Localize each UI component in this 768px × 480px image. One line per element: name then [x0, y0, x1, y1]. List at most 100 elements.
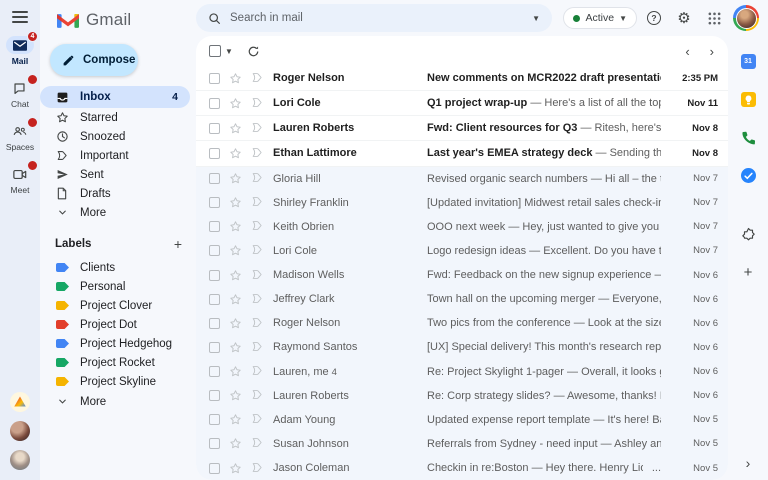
row-checkbox[interactable] [209, 341, 220, 353]
star-icon[interactable] [229, 317, 242, 330]
row-checkbox[interactable] [209, 462, 220, 474]
row-checkbox[interactable] [209, 245, 220, 257]
email-row[interactable]: Gloria Hill Revised organic search numbe… [196, 166, 728, 191]
sidebar-label-project-clover[interactable]: Project Clover [40, 296, 196, 315]
star-icon[interactable] [229, 196, 242, 209]
row-checkbox[interactable] [209, 72, 220, 84]
sidebar-label-clients[interactable]: Clients [40, 258, 196, 277]
help-button[interactable]: ? [641, 5, 667, 31]
search-options-chevron-icon[interactable]: ▼ [532, 14, 540, 23]
star-icon[interactable] [229, 462, 242, 475]
importance-marker-icon[interactable] [251, 293, 264, 306]
chat-contact-avatar[interactable] [10, 450, 30, 470]
status-selector[interactable]: Active ▼ [563, 7, 637, 29]
importance-marker-icon[interactable] [251, 269, 264, 282]
email-row[interactable]: Raymond Santos [UX] Special delivery! Th… [196, 335, 728, 360]
search-input[interactable] [230, 12, 524, 24]
row-checkbox[interactable] [209, 366, 220, 378]
add-panel-button[interactable]: + [740, 264, 757, 281]
row-checkbox[interactable] [209, 269, 220, 281]
importance-marker-icon[interactable] [251, 462, 264, 475]
sidebar-item-snoozed[interactable]: Snoozed [40, 127, 196, 146]
row-checkbox[interactable] [209, 414, 220, 426]
sidebar-item-important[interactable]: Important [40, 146, 196, 165]
email-row[interactable]: Jeffrey Clark Town hall on the upcoming … [196, 287, 728, 312]
email-row[interactable]: Adam Young Updated expense report templa… [196, 407, 728, 432]
star-icon[interactable] [229, 122, 242, 135]
select-all-checkbox[interactable] [209, 45, 221, 57]
email-row[interactable]: Ethan Lattimore Last year's EMEA strateg… [196, 141, 728, 167]
sidebar-label-project-dot[interactable]: Project Dot [40, 315, 196, 334]
row-checkbox[interactable] [209, 293, 220, 305]
star-icon[interactable] [229, 413, 242, 426]
compose-button[interactable]: Compose [50, 44, 138, 76]
select-options-chevron-icon[interactable]: ▼ [225, 47, 233, 56]
rail-item-chat[interactable]: Chat [6, 74, 38, 109]
email-row[interactable]: Lori Cole Logo redesign ideas — Excellen… [196, 238, 728, 263]
apps-grid-button[interactable] [701, 5, 727, 31]
sidebar-item-labels-more[interactable]: More [40, 392, 196, 411]
email-row[interactable]: Susan Johnson Referrals from Sydney - ne… [196, 431, 728, 456]
email-row[interactable]: Jason Coleman Checkin in re:Boston — Hey… [196, 456, 728, 480]
row-checkbox[interactable] [209, 147, 220, 159]
row-checkbox[interactable] [209, 390, 220, 402]
sidebar-label-project-hedgehog[interactable]: Project Hedgehog [40, 334, 196, 353]
sidebar-label-project-skyline[interactable]: Project Skyline [40, 372, 196, 391]
row-checkbox[interactable] [209, 438, 220, 450]
sidebar-item-inbox[interactable]: Inbox 4 [40, 86, 190, 108]
email-row[interactable]: Lauren, me 4 Re: Project Skylight 1-pager… [196, 359, 728, 384]
sidebar-item-more[interactable]: More [40, 203, 196, 222]
sidebar-item-sent[interactable]: Sent [40, 165, 196, 184]
email-row[interactable]: Lauren Roberts Fwd: Client resources for… [196, 116, 728, 142]
rail-item-meet[interactable]: Meet [6, 160, 38, 195]
email-row[interactable]: Keith Obrien OOO next week — Hey, just w… [196, 214, 728, 239]
star-icon[interactable] [229, 72, 242, 85]
star-icon[interactable] [229, 365, 242, 378]
settings-button[interactable]: ⚙ [671, 5, 697, 31]
row-checkbox[interactable] [209, 317, 220, 329]
importance-marker-icon[interactable] [251, 389, 264, 402]
importance-marker-icon[interactable] [251, 147, 264, 160]
rail-item-mail[interactable]: 4 Mail [5, 31, 38, 66]
importance-marker-icon[interactable] [251, 341, 264, 354]
star-icon[interactable] [229, 172, 242, 185]
older-page-button[interactable]: › [710, 44, 714, 59]
importance-marker-icon[interactable] [251, 72, 264, 85]
star-icon[interactable] [229, 437, 242, 450]
row-checkbox[interactable] [209, 173, 220, 185]
profile-avatar[interactable] [733, 5, 759, 31]
sidebar-item-starred[interactable]: Starred [40, 108, 196, 127]
row-checkbox[interactable] [209, 197, 220, 209]
sidebar-label-personal[interactable]: Personal [40, 277, 196, 296]
email-row[interactable]: Roger Nelson Two pics from the conferenc… [196, 311, 728, 336]
keep-panel-button[interactable] [740, 91, 757, 108]
workspace-app-icon[interactable] [10, 392, 30, 412]
email-row[interactable]: Shirley Franklin [Updated invitation] Mi… [196, 190, 728, 215]
email-row[interactable]: Madison Wells Fwd: Feedback on the new s… [196, 263, 728, 288]
email-row[interactable]: Roger Nelson New comments on MCR2022 dra… [196, 66, 728, 92]
star-icon[interactable] [229, 244, 242, 257]
refresh-button[interactable] [247, 45, 260, 58]
sidebar-label-project-rocket[interactable]: Project Rocket [40, 353, 196, 372]
importance-marker-icon[interactable] [251, 196, 264, 209]
star-icon[interactable] [229, 389, 242, 402]
voice-panel-button[interactable] [740, 129, 757, 146]
row-checkbox[interactable] [209, 122, 220, 134]
importance-marker-icon[interactable] [251, 122, 264, 135]
star-icon[interactable] [229, 97, 242, 110]
email-row[interactable]: Lauren Roberts Re: Corp strategy slides?… [196, 383, 728, 408]
row-checkbox[interactable] [209, 97, 220, 109]
importance-marker-icon[interactable] [251, 317, 264, 330]
chat-contact-avatar[interactable] [10, 421, 30, 441]
search-bar[interactable]: ▼ [196, 4, 552, 32]
newer-page-button[interactable]: ‹ [685, 44, 689, 59]
rail-item-spaces[interactable]: Spaces [6, 117, 38, 152]
tasks-panel-button[interactable] [740, 167, 757, 184]
calendar-panel-button[interactable]: 31 [740, 53, 757, 70]
star-icon[interactable] [229, 341, 242, 354]
show-side-panel-button[interactable]: › [746, 455, 751, 471]
importance-marker-icon[interactable] [251, 437, 264, 450]
importance-marker-icon[interactable] [251, 97, 264, 110]
importance-marker-icon[interactable] [251, 220, 264, 233]
sidebar-item-drafts[interactable]: Drafts [40, 184, 196, 203]
